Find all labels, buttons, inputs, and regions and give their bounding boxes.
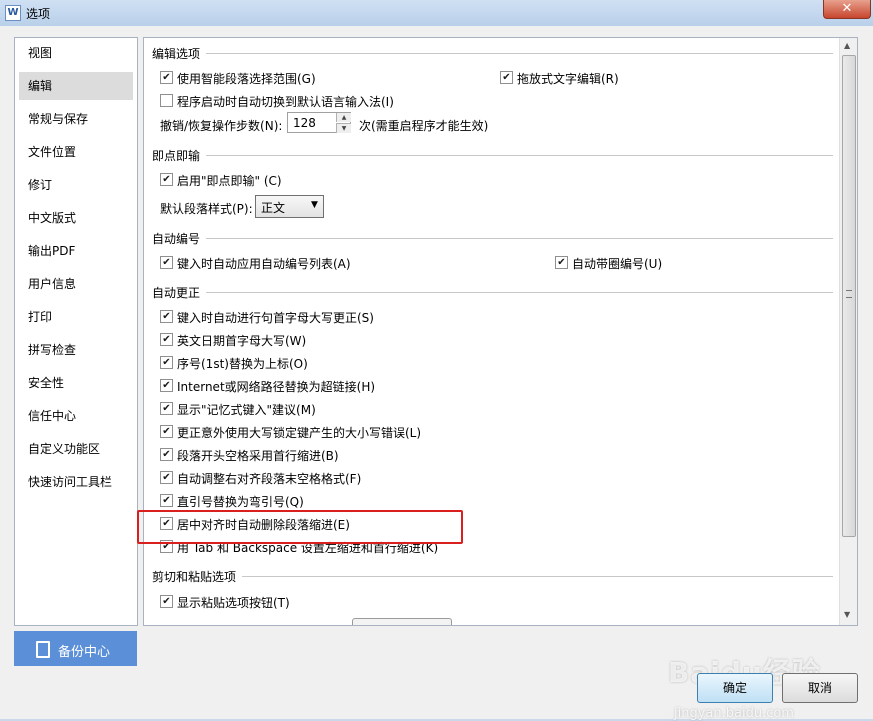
- paragraph-style-select[interactable]: 正文 ▼: [255, 195, 324, 218]
- scroll-down-icon[interactable]: ▼: [844, 610, 850, 619]
- autocorrect-label: 英文日期首字母大写(W): [177, 334, 307, 348]
- sidebar-item-revision[interactable]: 修订: [19, 171, 133, 199]
- section-divider: [206, 292, 833, 293]
- section-title-paste: 剪切和粘贴选项: [152, 570, 237, 584]
- autocorrect-checkbox[interactable]: ✔: [160, 379, 173, 392]
- section-title-click-type: 即点即输: [152, 149, 201, 163]
- sidebar: 视图 编辑 常规与保存 文件位置 修订 中文版式 输出PDF 用户信息 打印 拼…: [14, 37, 138, 626]
- autocorrect-checkbox[interactable]: ✔: [160, 333, 173, 346]
- sidebar-item-chinese-layout[interactable]: 中文版式: [19, 204, 133, 232]
- sidebar-item-user-info[interactable]: 用户信息: [19, 270, 133, 298]
- smart-quotes-label: 直引号替换为弯引号(Q): [177, 495, 304, 509]
- sidebar-item-security[interactable]: 安全性: [19, 369, 133, 397]
- sidebar-item-view[interactable]: 视图: [19, 39, 133, 67]
- undo-steps-label: 撤销/恢复操作步数(N):: [160, 119, 283, 133]
- section-divider: [206, 53, 833, 54]
- sidebar-item-print[interactable]: 打印: [19, 303, 133, 331]
- paragraph-style-value: 正文: [261, 201, 286, 215]
- drag-text-label: 拖放式文字编辑(R): [517, 72, 619, 86]
- sidebar-item-spell-check[interactable]: 拼写检查: [19, 336, 133, 364]
- paragraph-style-label: 默认段落样式(P):: [160, 202, 253, 216]
- smart-select-checkbox[interactable]: ✔: [160, 71, 173, 84]
- auto-list-label: 键入时自动应用自动编号列表(A): [177, 257, 351, 271]
- autocorrect-checkbox[interactable]: ✔: [160, 448, 173, 461]
- undo-steps-value: 128: [293, 116, 316, 130]
- autocorrect-label: Internet或网络路径替换为超链接(H): [177, 380, 376, 394]
- autocorrect-checkbox[interactable]: ✔: [160, 402, 173, 415]
- ok-button[interactable]: 确定: [697, 673, 773, 703]
- circled-number-label: 自动带圈编号(U): [572, 257, 663, 271]
- sidebar-item-trust-center[interactable]: 信任中心: [19, 402, 133, 430]
- sidebar-item-customize-ribbon[interactable]: 自定义功能区: [19, 435, 133, 463]
- backup-center-button[interactable]: 备份中心: [14, 631, 137, 666]
- sidebar-item-edit[interactable]: 编辑: [19, 72, 133, 100]
- undo-steps-stepper[interactable]: 128 ▲ ▼: [287, 112, 351, 133]
- undo-steps-note: 次(需重启程序才能生效): [359, 119, 489, 133]
- highlight-annotation: [137, 510, 463, 544]
- paste-options-checkbox[interactable]: ✔: [160, 595, 173, 608]
- dialog-body: 视图 编辑 常规与保存 文件位置 修订 中文版式 输出PDF 用户信息 打印 拼…: [0, 26, 873, 721]
- smart-quotes-checkbox[interactable]: ✔: [160, 494, 173, 507]
- section-title-auto-number: 自动编号: [152, 232, 201, 246]
- spin-down-icon[interactable]: ▼: [336, 123, 351, 133]
- section-title-edit: 编辑选项: [152, 47, 201, 61]
- autocorrect-label: 段落开头空格采用首行缩进(B): [177, 449, 339, 463]
- wps-app-icon: W: [5, 5, 21, 21]
- section-title-autocorrect: 自动更正: [152, 286, 201, 300]
- circled-number-checkbox[interactable]: ✔: [555, 256, 568, 269]
- sidebar-item-quick-access[interactable]: 快速访问工具栏: [19, 468, 133, 496]
- drag-text-checkbox[interactable]: ✔: [500, 71, 513, 84]
- autocorrect-label: 显示"记忆式键入"建议(M): [177, 403, 316, 417]
- window-title: 选项: [26, 7, 51, 21]
- autocorrect-checkbox[interactable]: ✔: [160, 471, 173, 484]
- vertical-scrollbar[interactable]: ▲ ▼: [839, 38, 857, 625]
- autocorrect-label: 键入时自动进行句首字母大写更正(S): [177, 311, 374, 325]
- click-type-label: 启用"即点即输" (C): [177, 174, 282, 188]
- spin-up-icon[interactable]: ▲: [336, 113, 351, 122]
- section-divider: [206, 238, 833, 239]
- sidebar-item-file-location[interactable]: 文件位置: [19, 138, 133, 166]
- paste-options-label: 显示粘贴选项按钮(T): [177, 596, 290, 610]
- section-divider: [242, 576, 833, 577]
- sidebar-item-export-pdf[interactable]: 输出PDF: [19, 237, 133, 265]
- chevron-down-icon: ▼: [311, 200, 318, 210]
- scroll-up-icon[interactable]: ▲: [844, 41, 850, 50]
- sidebar-item-general-save[interactable]: 常规与保存: [19, 105, 133, 133]
- autocorrect-checkbox[interactable]: ✔: [160, 356, 173, 369]
- auto-list-checkbox[interactable]: ✔: [160, 256, 173, 269]
- autocorrect-label: 更正意外使用大写锁定键产生的大小写错误(L): [177, 426, 422, 440]
- click-type-checkbox[interactable]: ✔: [160, 173, 173, 186]
- title-bar: W 选项 ✕: [0, 0, 873, 26]
- partially-visible-button[interactable]: [352, 618, 452, 625]
- grip-icon: [846, 290, 852, 298]
- auto-ime-checkbox[interactable]: [160, 94, 173, 107]
- close-button[interactable]: ✕: [823, 0, 871, 19]
- backup-center-label: 备份中心: [58, 645, 111, 660]
- section-divider: [206, 155, 833, 156]
- autocorrect-checkbox[interactable]: ✔: [160, 310, 173, 323]
- smart-select-label: 使用智能段落选择范围(G): [177, 72, 316, 86]
- auto-ime-label: 程序启动时自动切换到默认语言输入法(I): [177, 95, 394, 109]
- scrollbar-thumb[interactable]: [842, 55, 856, 537]
- autocorrect-checkbox[interactable]: ✔: [160, 425, 173, 438]
- document-icon: [36, 641, 50, 658]
- cancel-button[interactable]: 取消: [782, 673, 858, 703]
- autocorrect-label: 序号(1st)替换为上标(O): [177, 357, 308, 371]
- autocorrect-label: 自动调整右对齐段落末空格格式(F): [177, 472, 362, 486]
